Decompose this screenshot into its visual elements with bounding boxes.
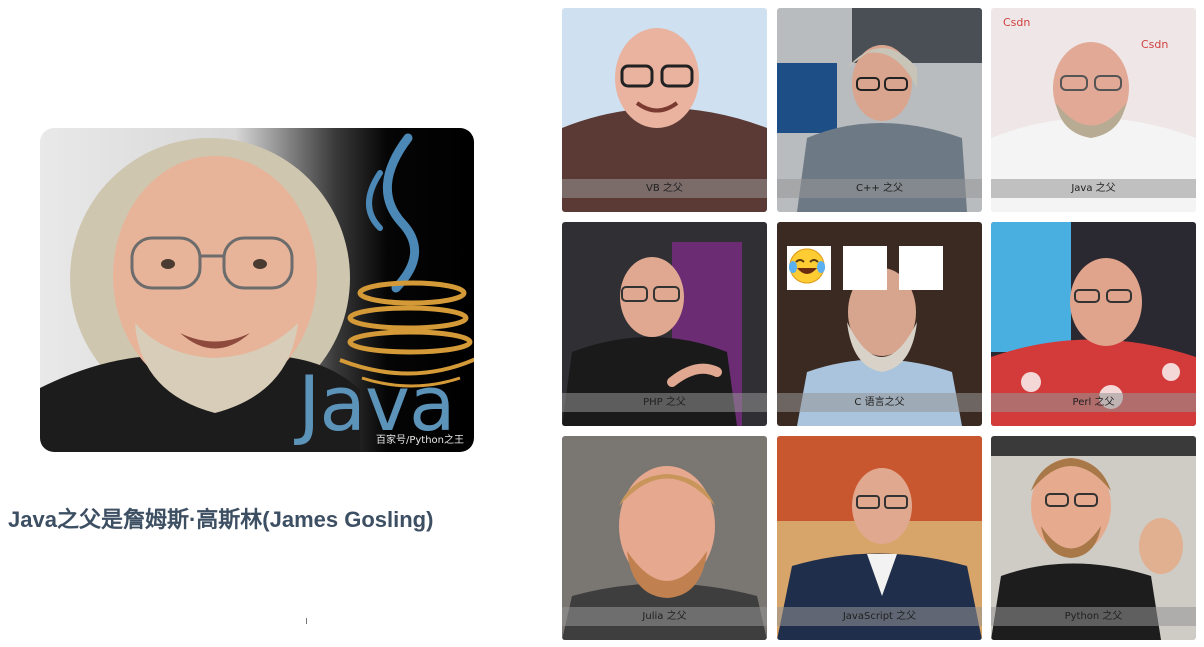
photo-grid: VB 之父 C++ 之父 Csdn Csdn Java 之父 PHP 之父 C … — [562, 8, 1198, 642]
page: Java 百家号/Python之王 Java之父是詹姆斯·高斯林(James G… — [0, 0, 1204, 647]
tile-c: C 语言之父 — [777, 222, 982, 426]
tears-of-joy-emoji — [789, 246, 887, 290]
tile-label: Perl 之父 — [991, 393, 1196, 412]
svg-text:Csdn: Csdn — [1141, 38, 1168, 51]
tile-label: PHP 之父 — [562, 393, 767, 412]
tile-label: C++ 之父 — [777, 179, 982, 198]
watermark: 百家号/Python之王 — [375, 435, 464, 446]
tile-cpp: C++ 之父 — [777, 8, 982, 212]
tile-julia: Julia 之父 — [562, 436, 767, 640]
tile-python: Python 之父 — [991, 436, 1196, 640]
svg-text:Csdn: Csdn — [1003, 16, 1030, 29]
tile-javascript: JavaScript 之父 — [777, 436, 982, 640]
tears-of-joy-emoji — [789, 246, 943, 290]
tile-label: C 语言之父 — [777, 393, 982, 412]
tile-vb: VB 之父 — [562, 8, 767, 212]
tile-label: Julia 之父 — [562, 607, 767, 626]
tile-php: PHP 之父 — [562, 222, 767, 426]
tile-label: VB 之父 — [562, 179, 767, 198]
hero-java-portrait: Java 百家号/Python之王 — [40, 128, 474, 452]
emoji-row — [787, 246, 943, 290]
caption-heading: Java之父是詹姆斯·高斯林(James Gosling) — [8, 507, 434, 532]
tile-java: Csdn Csdn Java 之父 — [991, 8, 1196, 212]
tile-label: Python 之父 — [991, 607, 1196, 626]
stray-mark — [306, 618, 307, 624]
tile-label: JavaScript 之父 — [777, 607, 982, 626]
tears-of-joy-icon — [789, 248, 825, 284]
tile-perl: Perl 之父 — [991, 222, 1196, 426]
tile-label: Java 之父 — [991, 179, 1196, 198]
